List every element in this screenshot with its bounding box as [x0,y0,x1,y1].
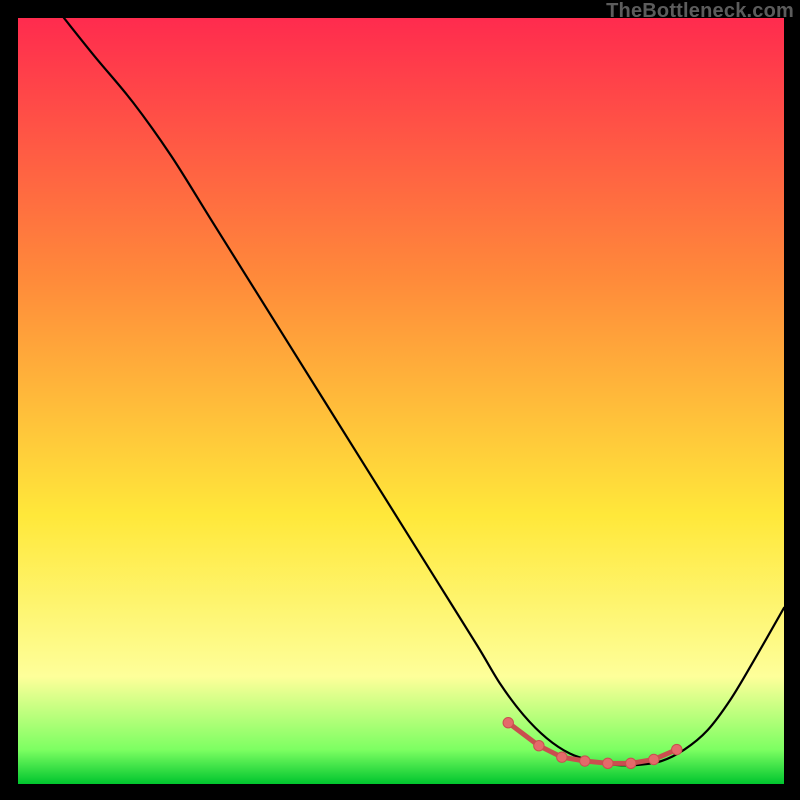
trough-marker-dot [557,752,567,762]
watermark-text: TheBottleneck.com [606,0,794,23]
trough-marker-dot [603,758,613,768]
trough-marker-dot [580,756,590,766]
trough-marker-dot [534,741,544,751]
trough-marker-dot [503,718,513,728]
trough-marker-dot [626,758,636,768]
trough-marker-dot [672,744,682,754]
curve-layer [18,18,784,784]
bottleneck-curve [64,18,784,765]
trough-marker-dot [649,754,659,764]
plot-area [18,18,784,784]
chart-frame [18,18,784,784]
